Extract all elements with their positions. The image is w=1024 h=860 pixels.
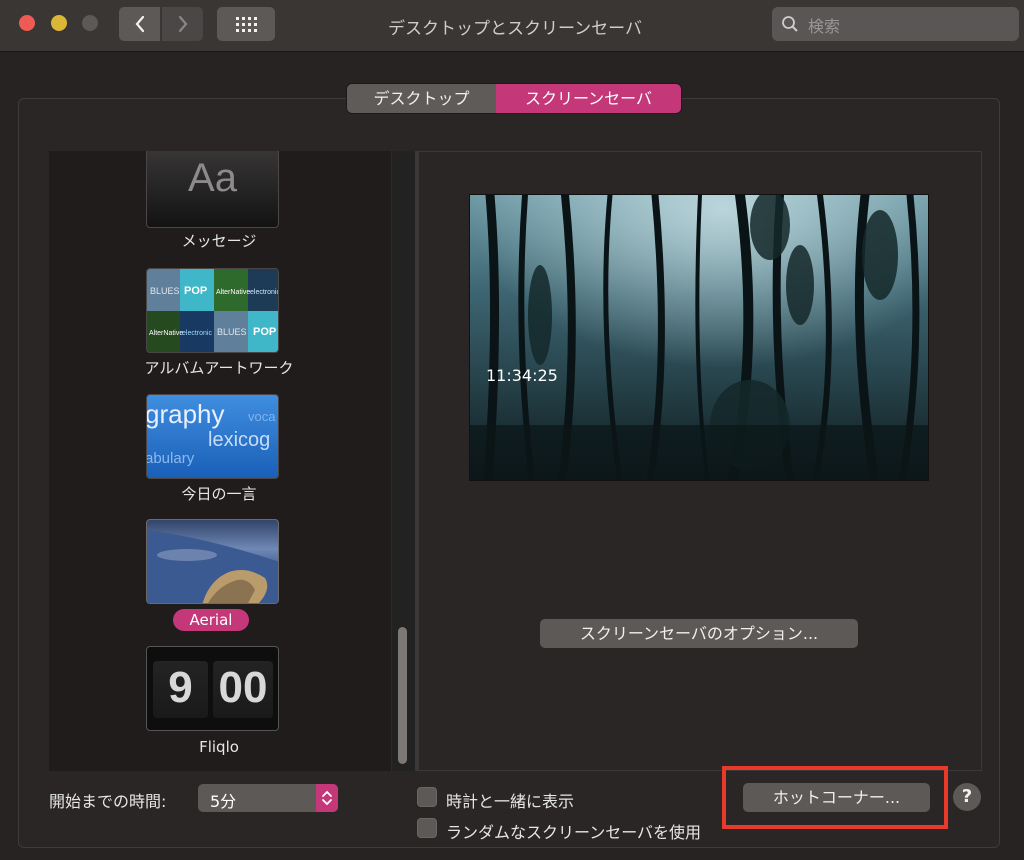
album-tile-6: electronic bbox=[182, 330, 212, 337]
fliqlo-minute: 00 bbox=[218, 663, 268, 712]
screensaver-list[interactable]: Aa メッセージ BLUES POP AlterNative electroni… bbox=[49, 151, 416, 771]
screensaver-thumb-message[interactable]: Aa bbox=[146, 151, 279, 228]
screensaver-label-aerial: Aerial bbox=[173, 609, 249, 631]
back-button[interactable] bbox=[119, 7, 160, 41]
title-bar: デスクトップとスクリーンセーバ 検索 bbox=[0, 0, 1024, 52]
random-screensaver-label: ランダムなスクリーンセーバを使用 bbox=[446, 823, 702, 842]
album-tile-3: AlterNative bbox=[216, 289, 250, 296]
kelp-forest-image bbox=[470, 195, 928, 480]
preview-clock: 11:34:25 bbox=[486, 366, 558, 385]
album-tile-4: electronic bbox=[250, 289, 279, 296]
album-tile-7: BLUES bbox=[217, 327, 247, 337]
word-thumb-text-3: abulary bbox=[146, 450, 195, 467]
screensaver-thumb-fliqlo[interactable]: 9 00 bbox=[146, 646, 279, 731]
start-after-label: 開始までの時間: bbox=[49, 792, 167, 811]
album-tile-5: AlterNative bbox=[149, 330, 183, 337]
fliqlo-hour-card: 9 bbox=[153, 661, 208, 718]
screensaver-label-word-of-the-day: 今日の一言 bbox=[181, 485, 257, 503]
show-all-button[interactable] bbox=[217, 7, 275, 41]
start-after-select[interactable]: 5分 bbox=[198, 784, 338, 812]
search-icon bbox=[782, 16, 798, 32]
album-tile-8: POP bbox=[253, 326, 276, 338]
forward-button[interactable] bbox=[162, 7, 203, 41]
earth-image bbox=[147, 530, 278, 603]
screensaver-thumb-word-of-the-day[interactable]: graphy voca lexicog abulary bbox=[146, 394, 279, 479]
word-thumb-text-4: voca bbox=[248, 409, 276, 424]
show-clock-label: 時計と一緒に表示 bbox=[446, 792, 575, 811]
tab-bar: デスクトップ スクリーンセーバ bbox=[347, 84, 681, 113]
screensaver-preview bbox=[469, 194, 929, 481]
search-field[interactable]: 検索 bbox=[772, 7, 1019, 41]
start-after-stepper[interactable] bbox=[316, 784, 338, 812]
minimize-window-button[interactable] bbox=[51, 15, 67, 31]
screensaver-thumb-album-artwork[interactable]: BLUES POP AlterNative electronic AlterNa… bbox=[146, 268, 279, 353]
chevron-right-icon bbox=[178, 15, 187, 33]
help-button[interactable]: ? bbox=[953, 783, 981, 811]
highlight-box bbox=[722, 766, 948, 829]
tab-screensaver[interactable]: スクリーンセーバ bbox=[496, 84, 681, 113]
window-title: デスクトップとスクリーンセーバ bbox=[388, 19, 642, 39]
word-thumb-text-1: graphy bbox=[146, 399, 225, 429]
fliqlo-hour: 9 bbox=[168, 663, 193, 712]
screensaver-label-message: メッセージ bbox=[181, 232, 257, 250]
tab-desktop[interactable]: デスクトップ bbox=[347, 84, 496, 113]
screensaver-options-button[interactable]: スクリーンセーバのオプション... bbox=[540, 619, 858, 648]
search-placeholder: 検索 bbox=[808, 17, 841, 36]
list-scrollbar-thumb[interactable] bbox=[398, 627, 407, 764]
start-after-value: 5分 bbox=[210, 792, 237, 811]
fliqlo-minute-card: 00 bbox=[213, 661, 273, 718]
screensaver-label-fliqlo: Fliqlo bbox=[199, 738, 239, 756]
zoom-window-button[interactable] bbox=[82, 15, 98, 31]
chevron-left-icon bbox=[135, 15, 144, 33]
close-window-button[interactable] bbox=[19, 15, 35, 31]
grid-icon bbox=[236, 17, 257, 32]
screensaver-thumb-aerial[interactable] bbox=[146, 519, 279, 604]
message-thumb-text: Aa bbox=[188, 156, 237, 200]
album-tile-1: BLUES bbox=[150, 286, 180, 296]
album-tile-2: POP bbox=[184, 285, 207, 297]
album-artwork-mosaic: BLUES POP AlterNative electronic AlterNa… bbox=[147, 269, 279, 352]
show-clock-checkbox[interactable] bbox=[417, 787, 437, 807]
random-screensaver-checkbox[interactable] bbox=[417, 818, 437, 838]
word-thumb-text-2: lexicog bbox=[208, 429, 271, 451]
up-down-chevron-icon bbox=[322, 790, 332, 806]
screensaver-label-album-artwork: アルバムアートワーク bbox=[144, 359, 294, 377]
